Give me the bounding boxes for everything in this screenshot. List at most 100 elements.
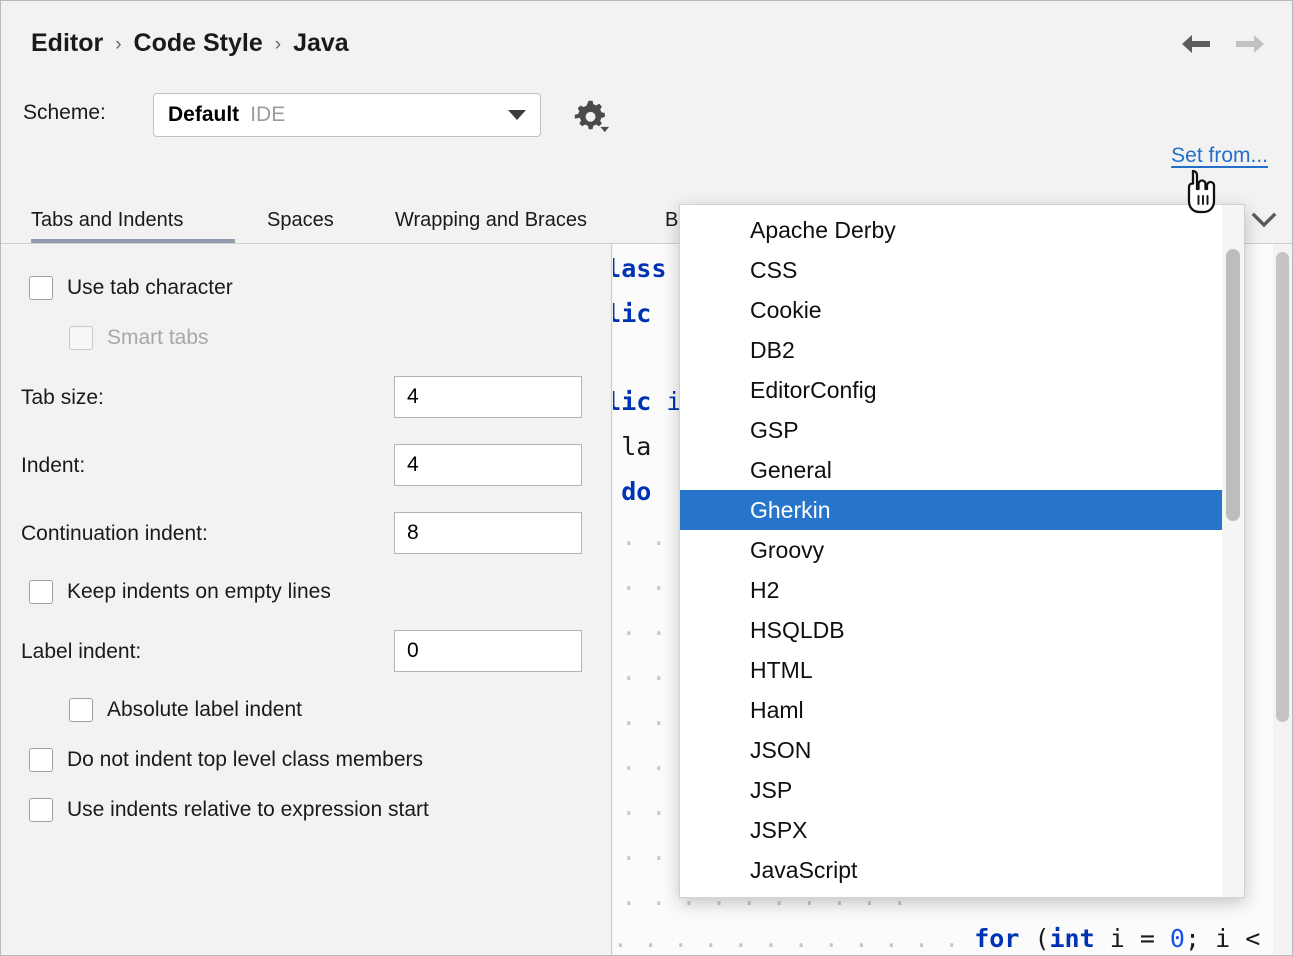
- option-use-tab-character[interactable]: Use tab character: [29, 276, 233, 300]
- checkbox-do-not-indent-top-level[interactable]: [29, 748, 53, 772]
- input-label-indent[interactable]: 0: [394, 630, 582, 672]
- dropdown-item-label: EditorConfig: [750, 377, 877, 404]
- scrollbar-thumb[interactable]: [1276, 252, 1289, 722]
- checkbox-use-tab-character[interactable]: [29, 276, 53, 300]
- dropdown-item-label: JSPX: [750, 817, 808, 844]
- breadcrumb-item-editor[interactable]: Editor: [31, 29, 103, 58]
- tab-wrapping-and-braces[interactable]: Wrapping and Braces: [395, 197, 614, 243]
- dropdown-item[interactable]: GSP: [680, 410, 1244, 450]
- dropdown-item[interactable]: Groovy: [680, 530, 1244, 570]
- dropdown-item-label: General: [750, 457, 832, 484]
- scheme-kind: IDE: [250, 103, 285, 127]
- dropdown-item[interactable]: HTML: [680, 650, 1244, 690]
- forward-arrow-icon[interactable]: [1234, 31, 1266, 57]
- scheme-select[interactable]: Default IDE: [153, 93, 541, 137]
- dropdown-item-label: Haml: [750, 697, 804, 724]
- checkbox-smart-tabs: [69, 326, 93, 350]
- label-label-indent: Label indent:: [21, 640, 141, 664]
- code-number-zero: 0: [1170, 924, 1185, 953]
- dropdown-item-label: Apache Derby: [750, 217, 896, 244]
- tab-label: Tabs and Indents: [31, 209, 183, 232]
- dropdown-item[interactable]: DB2: [680, 330, 1244, 370]
- breadcrumb-item-java[interactable]: Java: [293, 29, 349, 58]
- dropdown-item-label: JSP: [750, 777, 792, 804]
- dropdown-item[interactable]: H2: [680, 570, 1244, 610]
- dropdown-list: Apache Derby CSS Cookie DB2 EditorConfig GSP G…: [680, 210, 1244, 890]
- set-from-dropdown-menu[interactable]: Apache Derby CSS Cookie DB2 EditorConfig GSP G…: [679, 204, 1245, 898]
- option-do-not-indent-top-level[interactable]: Do not indent top level class members: [29, 748, 423, 772]
- option-smart-tabs: Smart tabs: [69, 326, 209, 350]
- dropdown-item-label: DB2: [750, 337, 795, 364]
- dropdown-item-label: CSS: [750, 257, 797, 284]
- dropdown-item[interactable]: HSQLDB: [680, 610, 1244, 650]
- breadcrumb-separator-icon: ›: [115, 34, 121, 56]
- code-equals: =: [1140, 924, 1170, 953]
- label-indent: Indent:: [21, 454, 85, 478]
- dropdown-item-label: GSP: [750, 417, 799, 444]
- label-tab-size: Tab size:: [21, 386, 104, 410]
- dropdown-item-label: HTML: [750, 657, 813, 684]
- dropdown-item-label: JavaScript: [750, 857, 857, 884]
- back-arrow-icon[interactable]: [1180, 31, 1212, 57]
- option-label: Do not indent top level class members: [67, 748, 423, 772]
- dropdown-item-label: HSQLDB: [750, 617, 845, 644]
- dropdown-scrollbar[interactable]: [1222, 205, 1244, 897]
- option-keep-indents-on-empty-lines[interactable]: Keep indents on empty lines: [29, 580, 331, 604]
- option-label: Keep indents on empty lines: [67, 580, 331, 604]
- checkbox-use-indents-relative-expression[interactable]: [29, 798, 53, 822]
- option-label: Use tab character: [67, 276, 233, 300]
- dropdown-item[interactable]: Cookie: [680, 290, 1244, 330]
- code-indent-dots: . . . . . . . . . . . .: [613, 924, 974, 953]
- dropdown-item[interactable]: JavaScript: [680, 850, 1244, 890]
- input-indent[interactable]: 4: [394, 444, 582, 486]
- code-paren-open: (: [1019, 924, 1049, 953]
- option-use-indents-relative-expression[interactable]: Use indents relative to expression start: [29, 798, 429, 822]
- navigation-arrows: [1180, 31, 1266, 57]
- code-keyword-for: for: [974, 924, 1019, 953]
- dropdown-item[interactable]: JSPX: [680, 810, 1244, 850]
- code-var-i: i: [1095, 924, 1140, 953]
- indent-options-panel: Use tab character Smart tabs Tab size: 4…: [1, 244, 612, 956]
- gear-icon[interactable]: [571, 97, 609, 135]
- dropdown-item-label: Gherkin: [750, 497, 831, 524]
- checkbox-absolute-label-indent[interactable]: [69, 698, 93, 722]
- dropdown-item[interactable]: Haml: [680, 690, 1244, 730]
- set-from-link[interactable]: Set from...: [1171, 144, 1268, 168]
- option-absolute-label-indent[interactable]: Absolute label indent: [69, 698, 302, 722]
- scrollbar-thumb[interactable]: [1226, 249, 1240, 521]
- tab-label: Spaces: [267, 209, 334, 232]
- option-label: Smart tabs: [107, 326, 209, 350]
- code-preview-scrollbar[interactable]: [1273, 244, 1292, 956]
- tab-label: B: [665, 209, 678, 232]
- dropdown-item-label: Groovy: [750, 537, 824, 564]
- dropdown-item[interactable]: Apache Derby: [680, 210, 1244, 250]
- tab-label: Wrapping and Braces: [395, 209, 587, 232]
- tab-spaces[interactable]: Spaces: [267, 197, 346, 243]
- breadcrumb-separator-icon: ›: [275, 34, 281, 56]
- label-continuation-indent: Continuation indent:: [21, 522, 208, 546]
- dropdown-item-label: H2: [750, 577, 779, 604]
- dropdown-item[interactable]: Gherkin: [680, 490, 1244, 530]
- option-label: Absolute label indent: [107, 698, 302, 722]
- dropdown-item[interactable]: JSON: [680, 730, 1244, 770]
- input-continuation-indent[interactable]: 8: [394, 512, 582, 554]
- scheme-label: Scheme:: [23, 101, 106, 125]
- breadcrumb-item-code-style[interactable]: Code Style: [134, 29, 263, 58]
- dropdown-item[interactable]: JSP: [680, 770, 1244, 810]
- code-preview-for-loop: . . . . . . . . . . . . for (int i = 0; …: [613, 924, 1292, 953]
- scheme-name: Default: [168, 103, 239, 127]
- breadcrumb: Editor › Code Style › Java: [31, 29, 349, 58]
- dropdown-item[interactable]: EditorConfig: [680, 370, 1244, 410]
- code-semicolon-1: ; i <: [1185, 924, 1275, 953]
- dropdown-item-label: Cookie: [750, 297, 822, 324]
- checkbox-keep-indents-on-empty-lines[interactable]: [29, 580, 53, 604]
- option-label: Use indents relative to expression start: [67, 798, 429, 822]
- chevron-down-icon: [508, 110, 526, 120]
- dropdown-item[interactable]: CSS: [680, 250, 1244, 290]
- code-style-settings-page: Editor › Code Style › Java Scheme: Defau…: [0, 0, 1293, 956]
- dropdown-item[interactable]: General: [680, 450, 1244, 490]
- tab-tabs-and-indents[interactable]: Tabs and Indents: [31, 197, 235, 243]
- input-tab-size[interactable]: 4: [394, 376, 582, 418]
- chevron-down-icon[interactable]: [1250, 208, 1278, 232]
- dropdown-item-label: JSON: [750, 737, 811, 764]
